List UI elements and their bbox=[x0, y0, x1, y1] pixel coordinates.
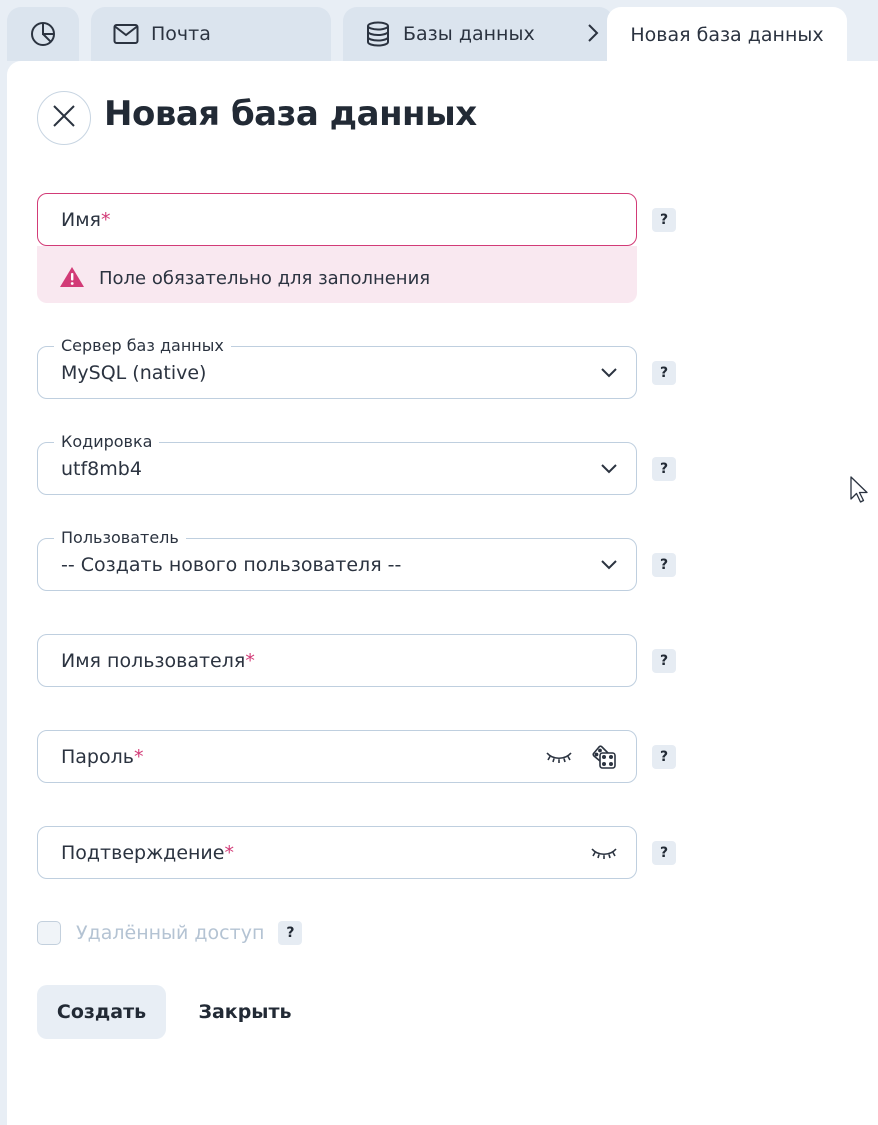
required-marker: * bbox=[224, 841, 234, 864]
required-marker: * bbox=[133, 745, 144, 768]
username-help-button[interactable]: ? bbox=[652, 649, 676, 673]
form-panel: Новая база данных Поле обязательно для з… bbox=[7, 61, 878, 1125]
mouse-cursor-icon bbox=[850, 476, 870, 508]
error-text: Поле обязательно для заполнения bbox=[99, 268, 431, 289]
server-help-button[interactable]: ? bbox=[652, 361, 676, 385]
chevron-down-icon bbox=[600, 364, 618, 383]
required-marker: * bbox=[100, 208, 111, 231]
tab-new-database[interactable]: Новая база данных bbox=[607, 7, 847, 63]
eye-closed-icon[interactable] bbox=[545, 749, 573, 769]
password-placeholder: Пароль bbox=[61, 745, 134, 768]
close-icon bbox=[52, 104, 76, 132]
warning-icon bbox=[59, 266, 85, 292]
confirm-password-input[interactable]: Подтверждение * bbox=[37, 826, 637, 879]
create-button[interactable]: Создать bbox=[37, 985, 166, 1039]
password-input[interactable]: Пароль * bbox=[37, 730, 637, 783]
eye-closed-icon[interactable] bbox=[590, 845, 618, 865]
mail-icon bbox=[113, 23, 139, 45]
pie-chart-icon bbox=[30, 21, 56, 47]
tab-databases-label: Базы данных bbox=[403, 23, 535, 45]
name-input[interactable]: Имя * bbox=[37, 193, 637, 246]
confirm-help-button[interactable]: ? bbox=[652, 841, 676, 865]
server-select[interactable]: Сервер баз данных MySQL (native) bbox=[37, 336, 637, 399]
tab-new-database-label: Новая база данных bbox=[630, 24, 824, 46]
name-error-message: Поле обязательно для заполнения bbox=[37, 246, 637, 303]
page-title: Новая база данных bbox=[104, 94, 477, 134]
username-placeholder: Имя пользователя bbox=[61, 649, 246, 672]
encoding-help-button[interactable]: ? bbox=[652, 457, 676, 481]
required-marker: * bbox=[245, 649, 255, 672]
server-label: Сервер баз данных bbox=[54, 336, 231, 355]
encoding-select[interactable]: Кодировка utf8mb4 bbox=[37, 432, 637, 495]
name-help-button[interactable]: ? bbox=[652, 208, 676, 232]
dice-generate-icon[interactable] bbox=[591, 744, 617, 774]
user-select[interactable]: Пользователь -- Создать нового пользоват… bbox=[37, 528, 637, 591]
server-value: MySQL (native) bbox=[61, 361, 207, 384]
tab-mail-label: Почта bbox=[151, 23, 211, 45]
user-value: -- Создать нового пользователя -- bbox=[61, 553, 402, 576]
remote-access-row: Удалённый доступ ? bbox=[37, 921, 303, 945]
breadcrumb-chevron-icon bbox=[587, 22, 599, 48]
user-help-button[interactable]: ? bbox=[652, 553, 676, 577]
close-form-button[interactable]: Закрыть bbox=[185, 985, 305, 1039]
remote-access-label: Удалённый доступ bbox=[76, 922, 265, 944]
chevron-down-icon bbox=[600, 460, 618, 479]
confirm-placeholder: Подтверждение bbox=[61, 841, 225, 864]
remote-access-checkbox[interactable] bbox=[37, 921, 61, 945]
tab-databases[interactable]: Базы данных bbox=[343, 7, 613, 61]
username-input[interactable]: Имя пользователя * bbox=[37, 634, 637, 687]
user-label: Пользователь bbox=[54, 528, 186, 547]
name-placeholder: Имя bbox=[61, 208, 101, 231]
tab-mail[interactable]: Почта bbox=[91, 7, 331, 61]
database-icon bbox=[365, 21, 391, 47]
password-help-button[interactable]: ? bbox=[652, 745, 676, 769]
close-button[interactable] bbox=[37, 91, 91, 145]
remote-access-help-button[interactable]: ? bbox=[278, 921, 303, 945]
encoding-label: Кодировка bbox=[54, 432, 160, 451]
tab-dashboard[interactable] bbox=[7, 7, 79, 61]
chevron-down-icon bbox=[600, 556, 618, 575]
encoding-value: utf8mb4 bbox=[61, 457, 142, 480]
